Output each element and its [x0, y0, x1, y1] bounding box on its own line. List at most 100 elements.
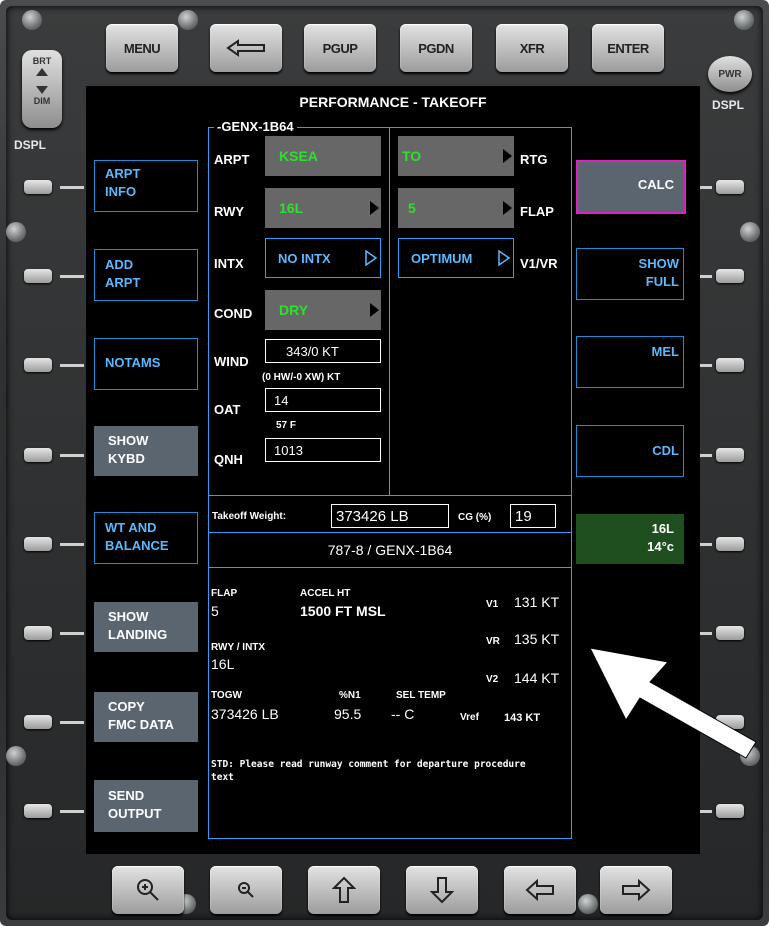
procedure-note: STD: Please read runway comment for depa…: [211, 759, 526, 783]
arpt-field[interactable]: KSEA: [265, 136, 381, 176]
arpt-value: KSEA: [279, 148, 318, 164]
softkey-line: MEL: [651, 344, 679, 359]
arrow-left-icon: [226, 39, 265, 57]
show-landing-softkey[interactable]: SHOW LANDING: [94, 602, 198, 652]
copy-fmc-data-softkey[interactable]: COPY FMC DATA: [94, 692, 198, 742]
sel-temp-label: SEL TEMP: [396, 690, 446, 701]
cdl-softkey[interactable]: CDL: [576, 425, 684, 477]
back-key[interactable]: [210, 24, 282, 72]
xfr-key-label: XFR: [519, 40, 545, 56]
softkey-line: KYBD: [108, 451, 145, 466]
vref-value: 143 KT: [504, 712, 541, 724]
zoom-out-key[interactable]: [210, 866, 282, 914]
softkey-line: SEND: [108, 788, 145, 803]
arrow-down-key[interactable]: [406, 866, 478, 914]
accel-ht-value: 1500 FT MSL: [300, 603, 386, 619]
send-output-softkey[interactable]: SEND OUTPUT: [94, 780, 198, 832]
screw-icon: [6, 746, 26, 766]
screw-icon: [740, 222, 760, 242]
wt-and-balance-softkey[interactable]: WT AND BALANCE: [94, 512, 198, 564]
menu-key-label: MENU: [123, 40, 161, 56]
arrow-left-icon: [525, 879, 554, 901]
qnh-value: 1013: [274, 442, 303, 458]
cond-value: DRY: [279, 302, 309, 318]
oat-label: OAT: [214, 402, 241, 417]
flap-field[interactable]: 5: [398, 188, 514, 228]
intx-label: INTX: [214, 256, 244, 271]
brightness-rocker[interactable]: BRT DIM: [22, 50, 62, 128]
oat-input[interactable]: 14: [265, 388, 381, 412]
softkey-line: BALANCE: [105, 538, 169, 553]
softkey-line: ARPT: [105, 275, 141, 290]
enter-key-label: ENTER: [607, 40, 649, 56]
softkey-line: SHOW: [108, 433, 149, 448]
softkey-line: OUTPUT: [108, 806, 162, 821]
screw-icon: [740, 746, 760, 766]
softkey-line: ARPT: [105, 166, 141, 181]
arpt-label: ARPT: [214, 152, 250, 167]
arrow-right-key[interactable]: [600, 866, 672, 914]
mel-softkey[interactable]: MEL: [576, 336, 684, 388]
zoom-in-icon: [137, 879, 159, 901]
badge-runway: 16L: [651, 521, 674, 536]
arrow-down-icon: [430, 877, 454, 904]
weight-divider-mid: [208, 532, 572, 533]
takeoff-weight-input[interactable]: 373426 LB: [331, 504, 449, 528]
softkey-line: FULL: [645, 274, 679, 289]
takeoff-weight-value: 373426 LB: [336, 507, 409, 525]
cg-input[interactable]: 19: [510, 504, 556, 528]
rwy-field[interactable]: 16L: [265, 188, 381, 228]
show-full-softkey[interactable]: SHOW FULL: [576, 248, 684, 300]
add-arpt-softkey[interactable]: ADD ARPT: [94, 249, 198, 301]
rtg-value: TO: [402, 148, 422, 164]
wind-components: (0 HW/-0 XW) KT: [262, 372, 341, 383]
aircraft-divider: [208, 567, 572, 568]
triangle-right-icon: [503, 201, 512, 215]
v1vr-field[interactable]: OPTIMUM: [398, 238, 514, 278]
qnh-input[interactable]: 1013: [265, 438, 381, 462]
inputs-frame: [208, 127, 572, 839]
pgdn-key[interactable]: PGDN: [400, 24, 472, 72]
cond-field[interactable]: DRY: [265, 290, 381, 330]
wind-value: 343/0 KT: [286, 343, 339, 359]
flap-value: 5: [408, 200, 416, 216]
result-rwy-label: RWY / INTX: [211, 642, 266, 653]
notams-softkey[interactable]: NOTAMS: [94, 338, 198, 390]
column-divider: [389, 127, 390, 495]
aircraft-engine: 787-8 / GENX-1B64: [327, 542, 453, 558]
intx-value: NO INTX: [278, 250, 331, 266]
power-button[interactable]: PWR: [708, 56, 752, 92]
intx-field[interactable]: NO INTX: [265, 238, 381, 278]
result-flap-label: FLAP: [211, 588, 238, 599]
arrow-up-key[interactable]: [308, 866, 380, 914]
arpt-info-softkey[interactable]: ARPT INFO: [94, 160, 198, 212]
badge-temp: 14°c: [647, 539, 674, 554]
arrow-left-key[interactable]: [504, 866, 576, 914]
v2-value: 144 KT: [514, 670, 560, 686]
rwy-value: 16L: [279, 200, 304, 216]
softkey-line: INFO: [105, 184, 137, 199]
show-kybd-softkey[interactable]: SHOW KYBD: [94, 426, 198, 476]
enter-key[interactable]: ENTER: [592, 24, 664, 72]
flap-label: FLAP: [520, 204, 554, 219]
zoom-in-key[interactable]: [112, 866, 184, 914]
softkey-line: LANDING: [108, 627, 168, 642]
rtg-field[interactable]: TO: [398, 136, 514, 176]
v2-label: V2: [486, 674, 499, 685]
screw-icon: [6, 222, 26, 242]
triangle-right-outline-icon: [498, 250, 510, 266]
screw-icon: [22, 10, 42, 30]
xfr-key[interactable]: XFR: [496, 24, 568, 72]
calc-softkey[interactable]: CALC: [576, 160, 686, 214]
display-screen: PERFORMANCE - TAKEOFF ARPT INFO ADD ARPT…: [86, 86, 700, 854]
v1-label: V1: [486, 599, 499, 610]
rwy-label: RWY: [214, 204, 245, 219]
menu-key[interactable]: MENU: [106, 24, 178, 72]
pgup-key[interactable]: PGUP: [304, 24, 376, 72]
wind-input[interactable]: 343/0 KT: [265, 339, 381, 363]
dim-label: DIM: [33, 96, 51, 106]
softkey-line: NOTAMS: [105, 355, 161, 370]
result-rwy-value: 16L: [211, 656, 235, 672]
cg-value: 19: [515, 507, 532, 525]
triangle-right-outline-icon: [365, 250, 377, 266]
